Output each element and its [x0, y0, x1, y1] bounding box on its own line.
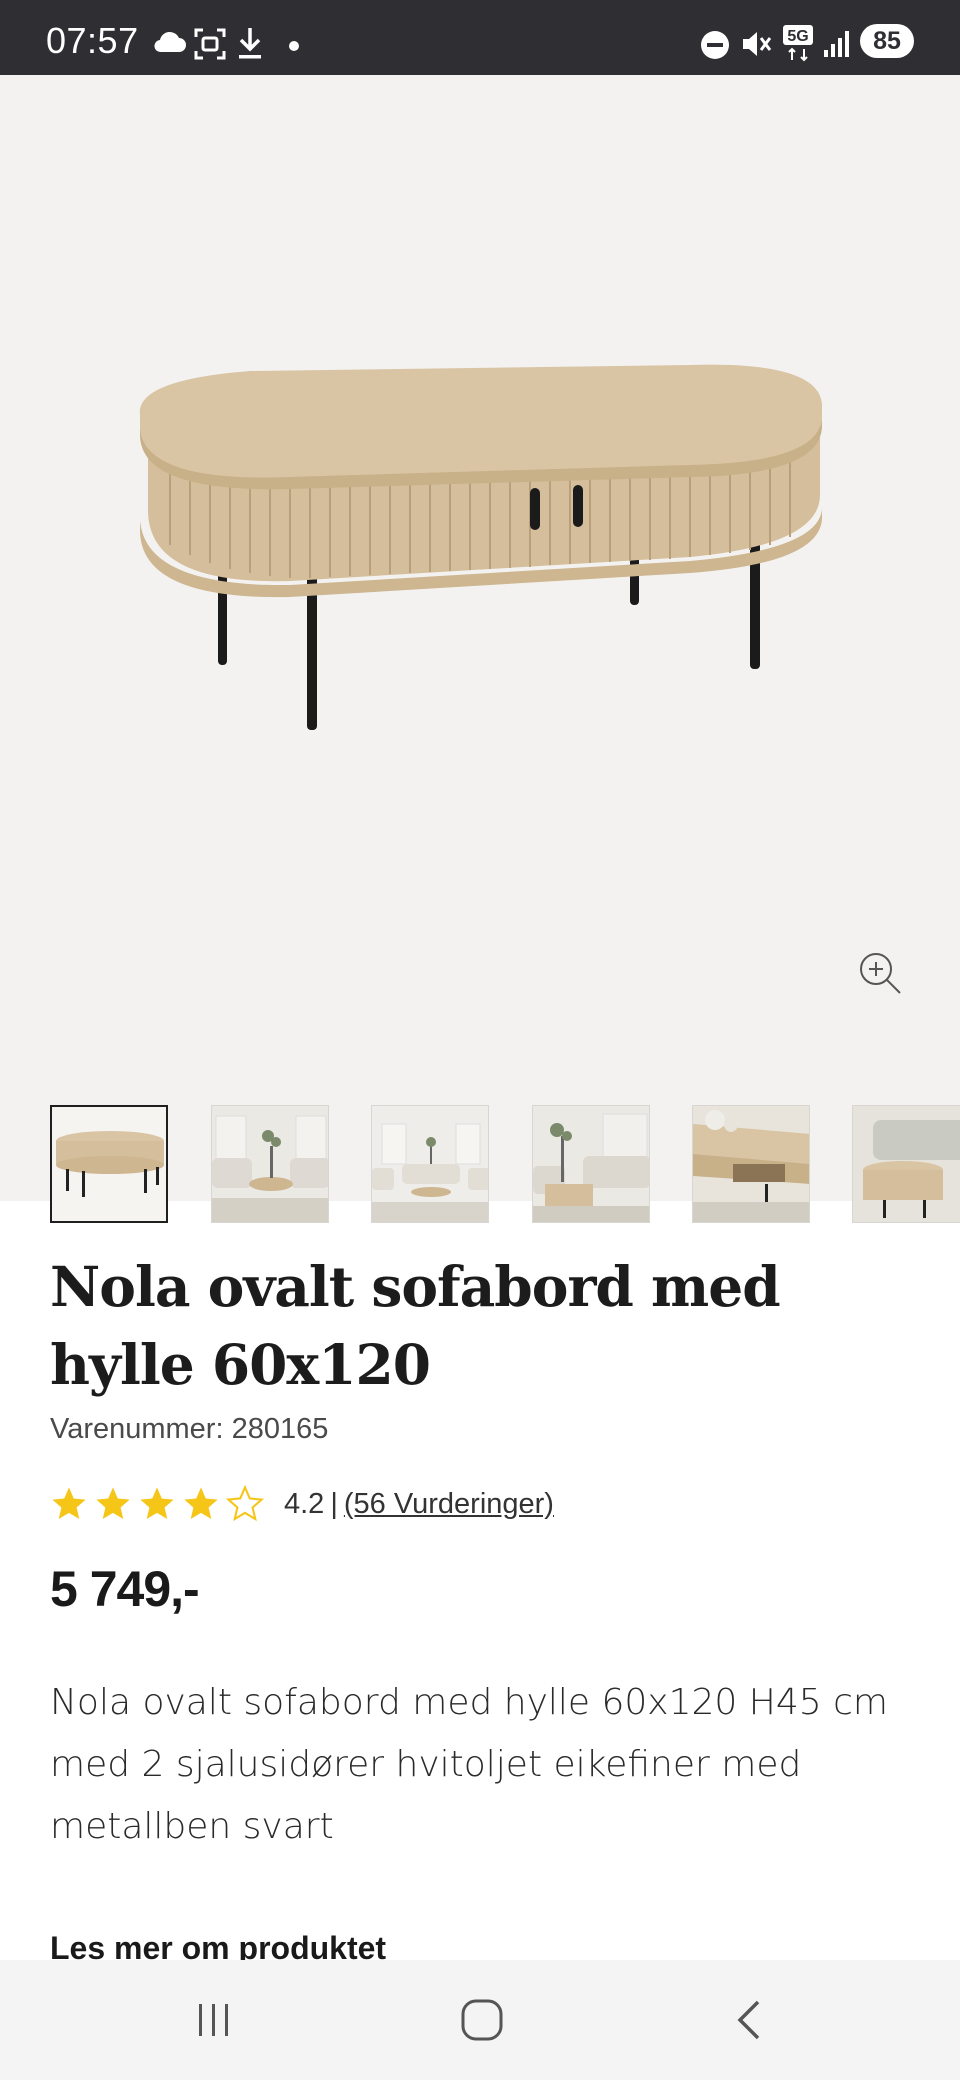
dot-icon — [289, 41, 299, 51]
thumbnail-3[interactable] — [371, 1105, 489, 1223]
star-filled-icon — [140, 1487, 174, 1520]
product-title: Nola ovalt sofabord med hylle 60x120 — [50, 1254, 781, 1397]
thumbnail-strip — [0, 1105, 960, 1225]
thumbnail-4[interactable] — [532, 1105, 650, 1223]
screenshot-icon — [194, 28, 226, 60]
rating-separator: | — [330, 1487, 338, 1520]
thumbnail-1[interactable] — [50, 1105, 168, 1223]
main-product-image[interactable] — [0, 75, 960, 995]
product-rating: 4.2 | (56 Vurderinger) — [50, 1482, 554, 1526]
star-filled-icon — [96, 1487, 130, 1520]
star-filled-icon — [52, 1487, 86, 1520]
system-nav-bar — [0, 1960, 960, 2080]
thumbnail-5[interactable] — [692, 1105, 810, 1223]
star-empty-icon — [226, 1485, 264, 1522]
zoom-in-icon[interactable] — [856, 949, 904, 997]
download-icon — [239, 28, 261, 59]
status-bar: 07:57 5G 85 — [0, 0, 960, 75]
rating-value: 4.2 — [284, 1487, 325, 1520]
back-button[interactable] — [660, 1960, 840, 2080]
5g-icon: 5G — [783, 25, 813, 62]
dnd-icon — [701, 31, 729, 59]
back-icon — [737, 2000, 760, 2040]
signal-icon — [824, 31, 849, 57]
product-gallery — [0, 75, 960, 1223]
thumbnail-2[interactable] — [211, 1105, 329, 1223]
thumbnail-6[interactable] — [852, 1105, 960, 1223]
recent-apps-icon — [199, 2004, 228, 2036]
home-button[interactable] — [392, 1960, 572, 2080]
cloud-icon — [154, 31, 186, 53]
star-rating — [50, 1485, 264, 1523]
battery-indicator: 85 — [860, 24, 914, 58]
home-icon — [461, 1999, 503, 2041]
mute-icon — [743, 32, 772, 56]
recent-apps-button[interactable] — [124, 1960, 304, 2080]
star-filled-icon — [184, 1487, 218, 1520]
product-price: 5 749,- — [50, 1561, 200, 1617]
network-label: 5G — [787, 28, 808, 45]
status-time: 07:57 — [46, 20, 139, 61]
product-sku: Varenummer: 280165 — [50, 1413, 329, 1445]
reviews-link[interactable]: (56 Vurderinger) — [344, 1488, 554, 1521]
product-description: Nola ovalt sofabord med hylle 60x120 H45… — [50, 1682, 888, 1847]
